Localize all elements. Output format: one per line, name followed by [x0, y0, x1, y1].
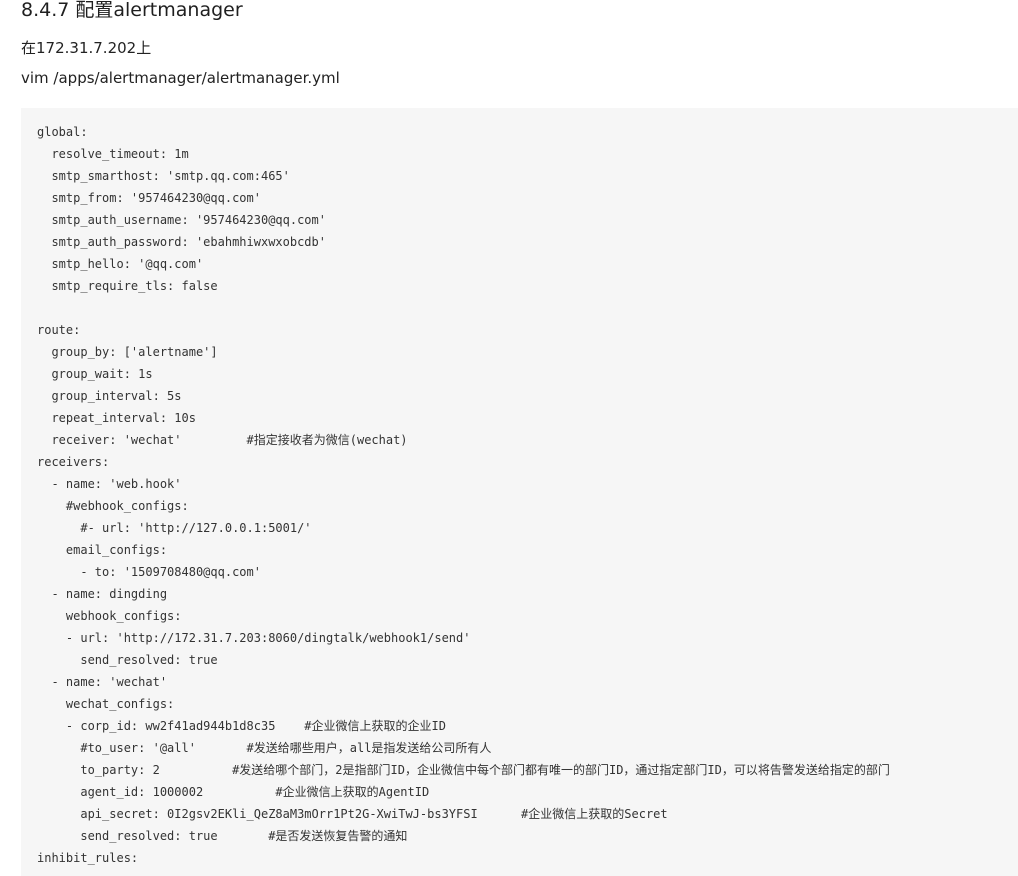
code-block[interactable]: global: resolve_timeout: 1m smtp_smartho…: [21, 108, 1018, 876]
section-heading: 8.4.7 配置alertmanager: [21, 0, 243, 21]
code-line: email_configs:: [37, 543, 168, 557]
code-line: #- url: 'http://127.0.0.1:5001/': [37, 521, 312, 535]
code-line: - corp_id: ww2f41ad944b1d8c35 #企业微信上获取的企…: [37, 719, 446, 733]
code-line: group_interval: 5s: [37, 389, 182, 403]
code-line: - name: 'wechat': [37, 675, 168, 689]
code-line: agent_id: 1000002 #企业微信上获取的AgentID: [37, 785, 430, 799]
code-line: inhibit_rules:: [37, 851, 139, 865]
code-line: group_wait: 1s: [37, 367, 153, 381]
code-line: receivers:: [37, 455, 110, 469]
code-line: smtp_from: '957464230@qq.com': [37, 191, 261, 205]
host-note: 在172.31.7.202上: [21, 39, 152, 57]
code-line: to_party: 2 #发送给哪个部门，2是指部门ID，企业微信中每个部门都有…: [37, 763, 890, 777]
code-line: - url: 'http://172.31.7.203:8060/dingtal…: [37, 631, 471, 645]
code-line: webhook_configs:: [37, 609, 182, 623]
code-line: group_by: ['alertname']: [37, 345, 218, 359]
code-line: send_resolved: true #是否发送恢复告警的通知: [37, 829, 408, 843]
code-line: smtp_auth_password: 'ebahmhiwxwxobcdb': [37, 235, 326, 249]
command-note: vim /apps/alertmanager/alertmanager.yml: [21, 69, 340, 87]
code-line: smtp_smarthost: 'smtp.qq.com:465': [37, 169, 290, 183]
code-line: global:: [37, 125, 88, 139]
code-line: - name: dingding: [37, 587, 168, 601]
code-line: api_secret: 0I2gsv2EKli_QeZ8aM3mOrr1Pt2G…: [37, 807, 668, 821]
code-line: - name: 'web.hook': [37, 477, 182, 491]
code-line: smtp_require_tls: false: [37, 279, 218, 293]
code-line: #webhook_configs:: [37, 499, 189, 513]
code-line: resolve_timeout: 1m: [37, 147, 189, 161]
code-line: repeat_interval: 10s: [37, 411, 196, 425]
code-line: send_resolved: true: [37, 653, 218, 667]
code-line: wechat_configs:: [37, 697, 175, 711]
code-line: receiver: 'wechat' #指定接收者为微信(wechat): [37, 433, 408, 447]
code-line: #to_user: '@all' #发送给哪些用户，all是指发送给公司所有人: [37, 741, 492, 755]
code-line: - to: '1509708480@qq.com': [37, 565, 261, 579]
code-line: smtp_hello: '@qq.com': [37, 257, 204, 271]
code-line: smtp_auth_username: '957464230@qq.com': [37, 213, 326, 227]
code-line: route:: [37, 323, 81, 337]
